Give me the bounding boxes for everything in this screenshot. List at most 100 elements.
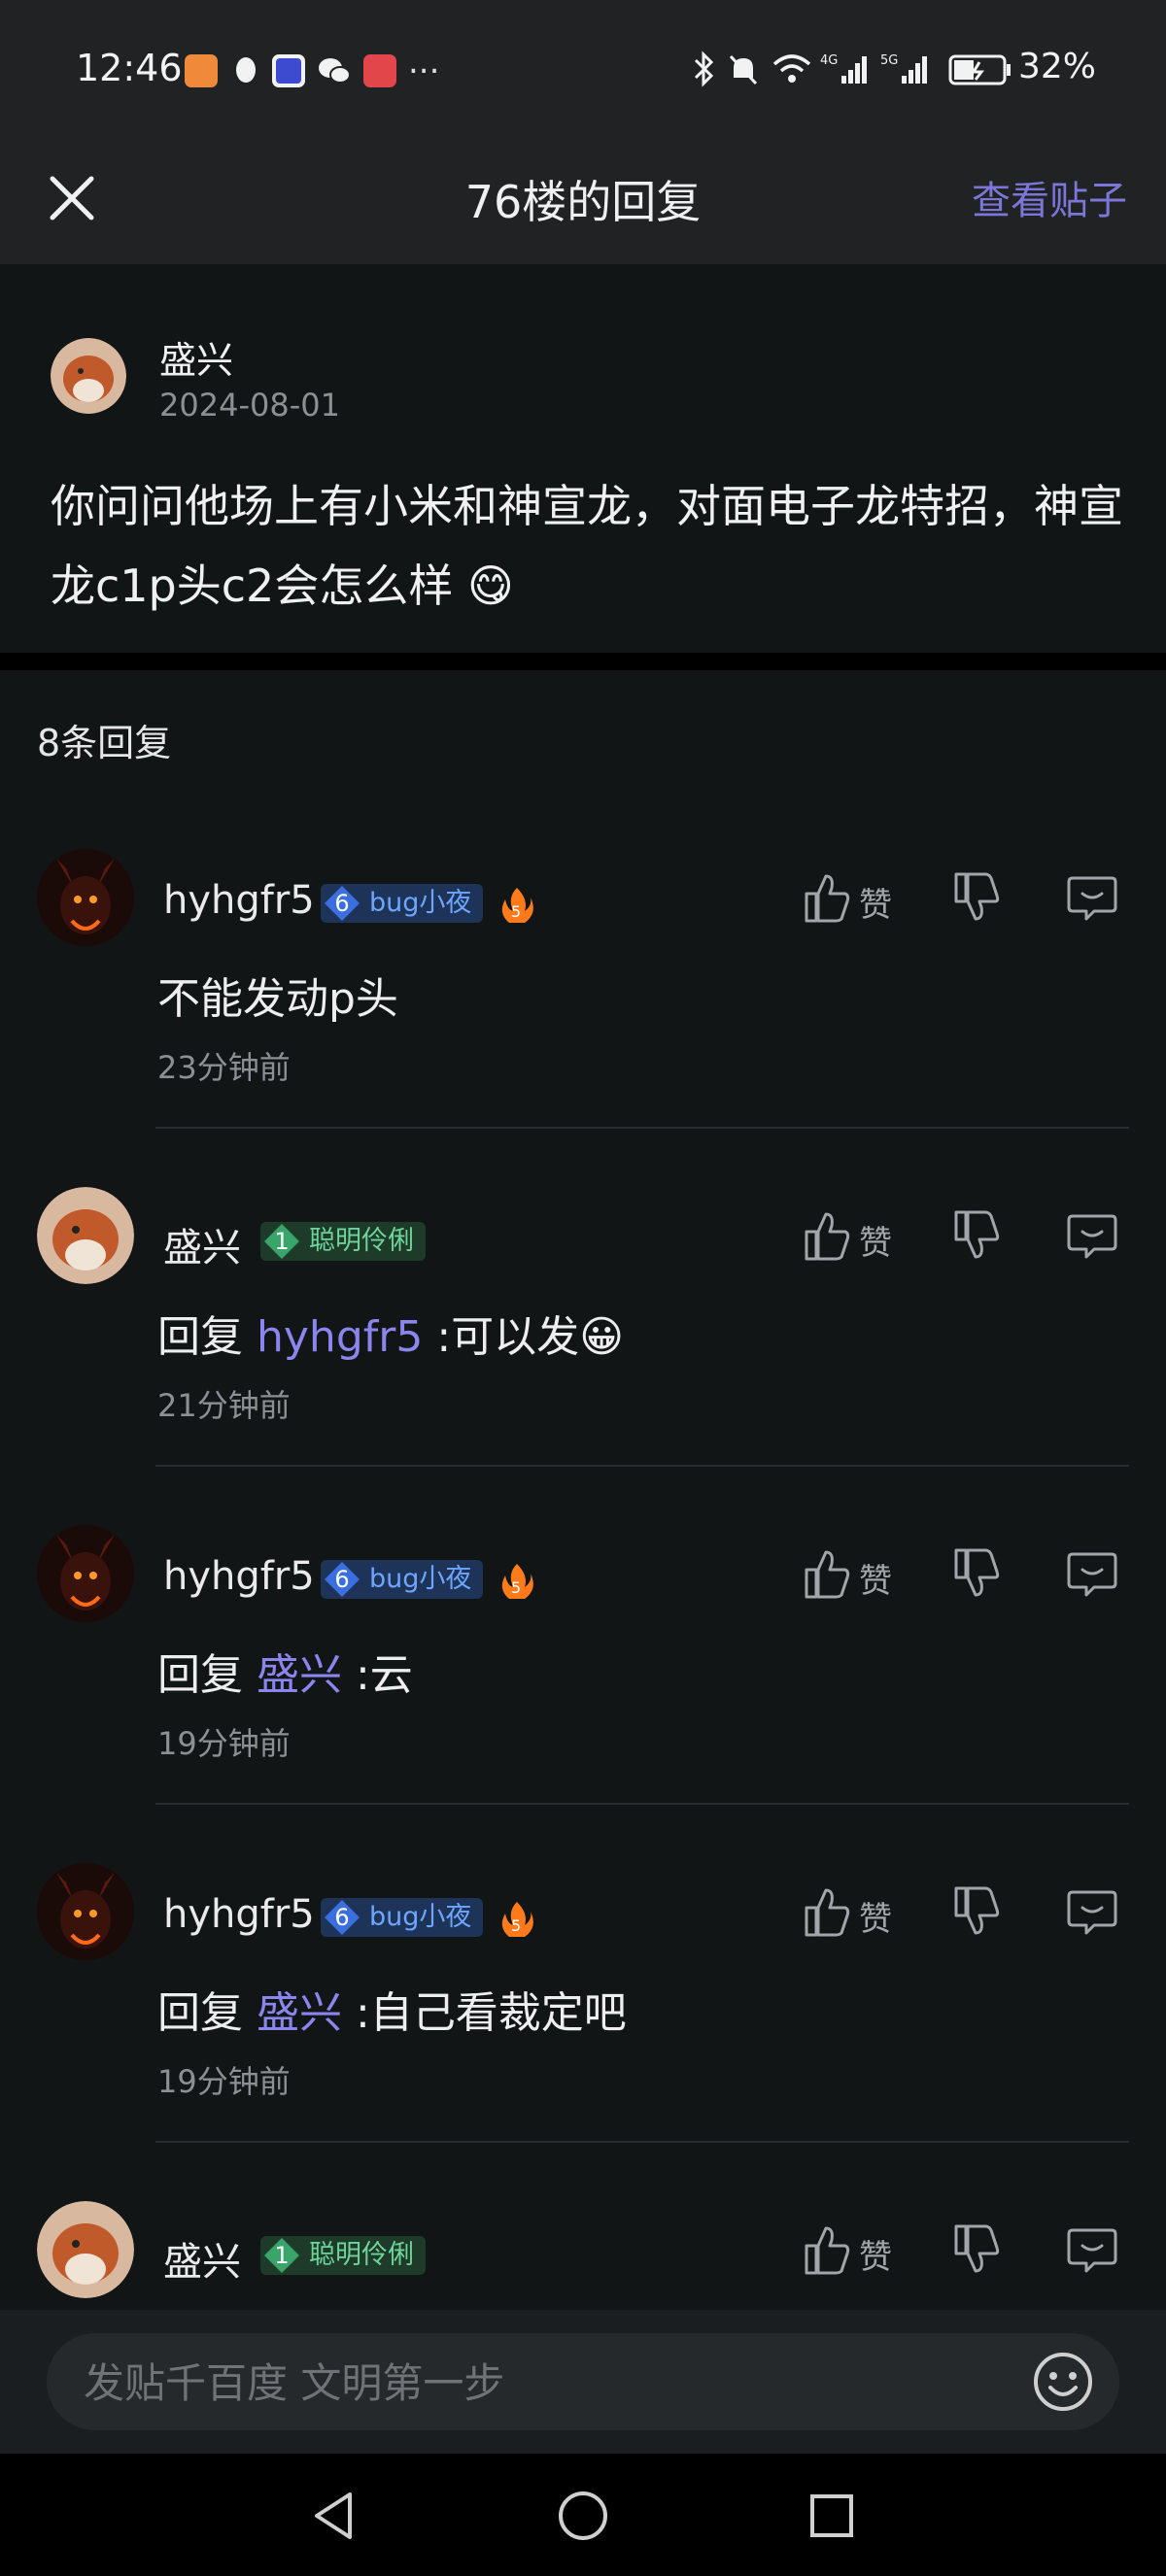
level-number: 1 <box>262 2236 301 2275</box>
level-number: 6 <box>323 884 361 923</box>
tieba-icon <box>272 54 305 87</box>
thumbs-down-icon <box>954 1210 1000 1259</box>
level-badge: 6 bug小夜 <box>321 1898 484 1937</box>
like-button[interactable]: 赞 <box>803 1884 900 1939</box>
dislike-button[interactable] <box>952 2222 1007 2277</box>
reply-time: 21分钟前 <box>157 1387 291 1424</box>
level-badge: 6 bug小夜 <box>321 1560 484 1599</box>
thumbs-down-icon <box>954 1548 1000 1597</box>
app-notification-icon <box>185 54 218 87</box>
dislike-button[interactable] <box>952 1546 1007 1601</box>
more-notifications-icon: ... <box>408 43 440 82</box>
view-post-link[interactable]: 查看贴子 <box>972 169 1127 225</box>
bluetooth-icon <box>692 51 715 96</box>
reply-content: 不能发动p头 <box>157 964 398 1026</box>
fire-badge-icon: 5 <box>496 1898 538 1941</box>
svg-text:5: 5 <box>511 1578 521 1597</box>
avatar[interactable] <box>37 1863 134 1960</box>
smiley-icon <box>1034 2353 1092 2411</box>
level-number: 6 <box>323 1898 361 1937</box>
wifi-icon <box>772 51 812 96</box>
reply-item[interactable]: hyhgfr5 6 bug小夜 5 赞 不能发动p头 23分钟前 <box>0 835 1166 1173</box>
like-label: 赞 <box>859 886 892 925</box>
like-button[interactable]: 赞 <box>803 1546 900 1601</box>
reply-divider <box>155 1465 1129 1467</box>
comment-icon <box>1067 1214 1117 1259</box>
reply-item[interactable]: hyhgfr5 6 bug小夜 5 赞 回复 盛兴 :云 19分钟前 <box>0 1511 1166 1849</box>
reply-prefix: 回复 <box>157 1988 257 2038</box>
status-bar: 12:46 ... 4G 5G 32% <box>0 0 1166 146</box>
reply-prefix: 回复 <box>157 1650 257 1700</box>
home-button[interactable] <box>552 2485 614 2547</box>
demon-avatar-icon <box>37 1525 134 1622</box>
battery-level: 32% <box>1017 47 1096 86</box>
recents-button[interactable] <box>801 2485 863 2547</box>
like-label: 赞 <box>859 1224 892 1263</box>
dislike-button[interactable] <box>952 1208 1007 1263</box>
mention-link[interactable]: 盛兴 <box>257 1650 342 1700</box>
level-title: 聪明伶俐 <box>309 1226 414 1256</box>
bird-avatar-icon <box>37 2201 134 2298</box>
reply-time: 23分钟前 <box>157 1049 291 1086</box>
level-number: 6 <box>323 1560 361 1599</box>
thumbs-up-icon <box>805 1550 850 1599</box>
reply-item[interactable]: 盛兴 1 聪明伶俐 赞 回复 hyhgfr5 :可以发😀 21分钟前 <box>0 1173 1166 1511</box>
like-button[interactable]: 赞 <box>803 1208 900 1263</box>
back-button[interactable] <box>303 2485 365 2547</box>
home-circle-icon <box>559 2491 607 2540</box>
reply-author-name[interactable]: hyhgfr5 <box>163 1554 315 1599</box>
qq-icon <box>229 54 262 87</box>
svg-text:4G: 4G <box>820 53 838 68</box>
mention-link[interactable]: 盛兴 <box>257 1988 342 2038</box>
reply-time: 19分钟前 <box>157 1725 291 1762</box>
mention-link[interactable]: hyhgfr5 <box>257 1312 423 1362</box>
reply-author-name[interactable]: 盛兴 <box>163 1216 241 1272</box>
avatar[interactable] <box>51 338 126 414</box>
reply-text: :云 <box>342 1650 413 1700</box>
svg-text:5: 5 <box>511 902 521 921</box>
reply-button[interactable] <box>1065 870 1119 925</box>
like-label: 赞 <box>859 1562 892 1601</box>
like-button[interactable]: 赞 <box>803 2222 900 2277</box>
thumbs-up-icon <box>805 1888 850 1937</box>
reply-input[interactable] <box>82 2333 999 2432</box>
reply-item[interactable]: hyhgfr5 6 bug小夜 5 赞 回复 盛兴 :自己看裁定吧 19分钟前 <box>0 1849 1166 2187</box>
reply-input-container <box>47 2333 1119 2432</box>
status-time: 12:46 <box>76 47 183 89</box>
reply-button[interactable] <box>1065 1208 1119 1263</box>
replies-count: 8条回复 <box>37 722 172 764</box>
dislike-button[interactable] <box>952 870 1007 925</box>
avatar[interactable] <box>37 1187 134 1284</box>
reply-input-bar <box>0 2310 1166 2454</box>
demon-avatar-icon <box>37 1863 134 1960</box>
post-author-name[interactable]: 盛兴 <box>159 330 233 384</box>
reply-button[interactable] <box>1065 1884 1119 1939</box>
avatar[interactable] <box>37 849 134 946</box>
reply-time: 19分钟前 <box>157 2063 291 2100</box>
reply-author-name[interactable]: 盛兴 <box>163 2230 241 2287</box>
reply-button[interactable] <box>1065 2222 1119 2277</box>
svg-text:5: 5 <box>511 1916 521 1935</box>
emoji-button[interactable] <box>1030 2349 1096 2415</box>
wechat-icon <box>317 54 351 87</box>
reply-prefix: 回复 <box>157 1312 257 1362</box>
dislike-button[interactable] <box>952 1884 1007 1939</box>
level-badge: 1 聪明伶俐 <box>260 1222 426 1261</box>
reply-author-name[interactable]: hyhgfr5 <box>163 1892 315 1937</box>
thumbs-up-icon <box>805 2226 850 2275</box>
avatar[interactable] <box>37 2201 134 2298</box>
reply-content: 回复 盛兴 :自己看裁定吧 <box>157 1978 627 2040</box>
like-label: 赞 <box>859 1900 892 1939</box>
reply-content: 回复 hyhgfr5 :可以发😀 <box>157 1302 624 1364</box>
reply-text: :自己看裁定吧 <box>342 1988 627 2038</box>
back-triangle-icon <box>315 2492 352 2539</box>
battery-icon <box>948 51 1012 96</box>
demon-avatar-icon <box>37 849 134 946</box>
reply-text: :可以发😀 <box>423 1312 625 1362</box>
thumbs-up-icon <box>805 874 850 923</box>
reply-button[interactable] <box>1065 1546 1119 1601</box>
like-button[interactable]: 赞 <box>803 870 900 925</box>
reply-author-name[interactable]: hyhgfr5 <box>163 878 315 923</box>
avatar[interactable] <box>37 1525 134 1622</box>
signal-4g-icon: 4G <box>820 51 869 96</box>
